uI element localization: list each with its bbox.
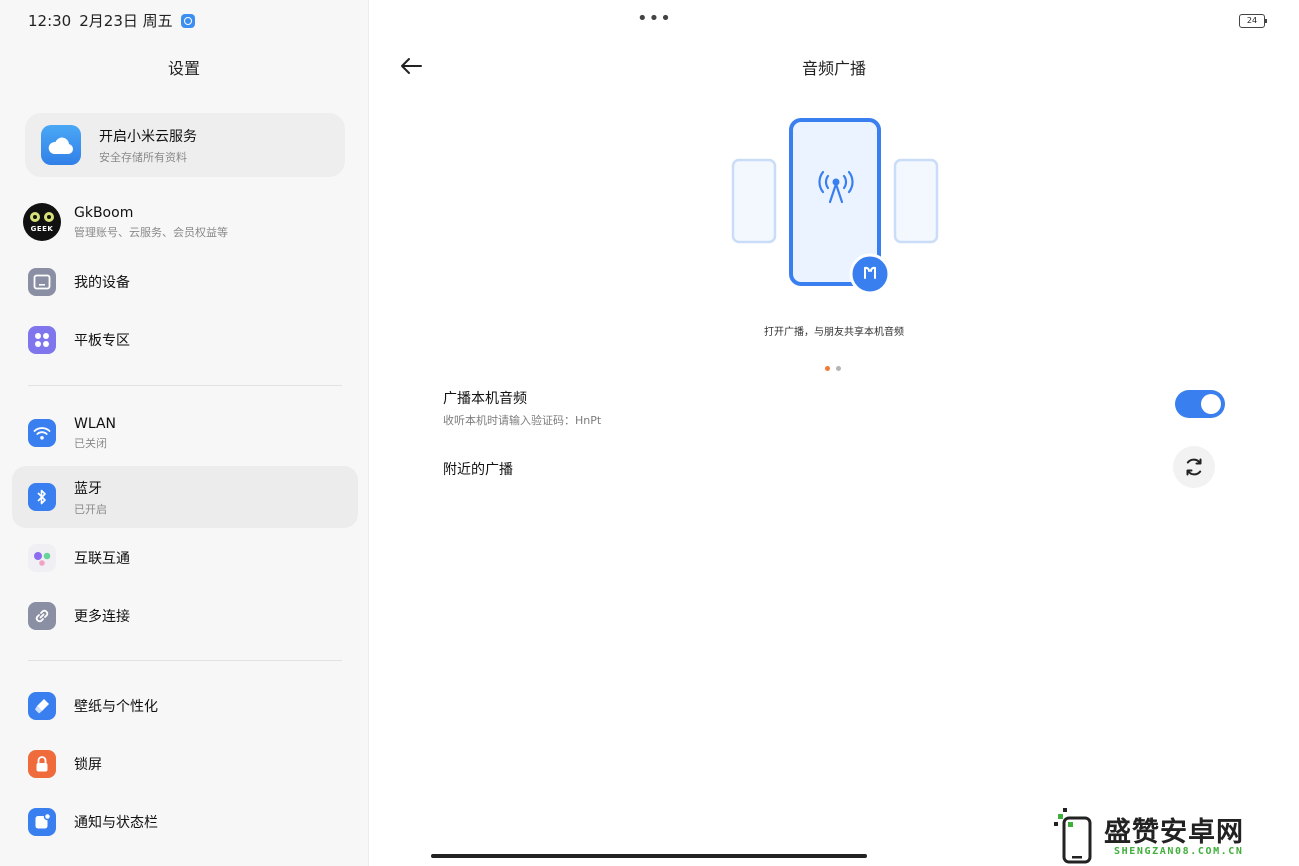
sidebar-item-label: WLAN: [74, 415, 117, 432]
sidebar-item-lockscreen[interactable]: 锁屏: [12, 733, 358, 795]
settings-sidebar: 12:30 2月23日 周五 设置 开启小米云服务 安全存储所有资料 GEEK …: [0, 0, 369, 866]
watermark-cn: 盛赞安卓网: [1104, 817, 1244, 848]
bluetooth-icon: [28, 483, 56, 511]
sidebar-item-label: 锁屏: [74, 757, 102, 773]
avatar-text: GEEK: [30, 225, 54, 233]
wifi-icon: [28, 419, 56, 447]
cloud-card-subtitle: 安全存储所有资料: [99, 150, 187, 164]
watermark-logo-icon: [1054, 808, 1092, 864]
sidebar-item-notification[interactable]: 通知与状态栏: [12, 791, 358, 853]
interconnect-icon: [28, 544, 56, 572]
sidebar-title: 设置: [167, 59, 200, 78]
nearby-title: 附近的广播: [443, 462, 513, 478]
page-title: 音频广播: [801, 59, 866, 78]
battery-indicator: 24: [1239, 14, 1267, 28]
status-notification-icon: [180, 13, 195, 28]
notification-icon: [28, 808, 56, 836]
sidebar-item-account[interactable]: GEEK GkBoom 管理账号、云服务、会员权益等: [12, 191, 358, 253]
status-bar-left: 12:30 2月23日 周五: [28, 10, 195, 31]
pager-dot[interactable]: [836, 366, 841, 371]
sidebar-item-status: 已关闭: [74, 436, 107, 450]
broadcast-row[interactable]: 广播本机音频 收听本机时请输入验证码：HnPt: [443, 388, 601, 428]
account-subtitle: 管理账号、云服务、会员权益等: [74, 225, 228, 239]
status-time: 12:30: [28, 11, 72, 30]
broadcast-toggle[interactable]: [1175, 390, 1225, 418]
sidebar-item-label: 通知与状态栏: [74, 815, 158, 831]
sidebar-item-label: 壁纸与个性化: [74, 699, 158, 715]
sidebar-item-label: 蓝牙: [74, 480, 102, 497]
more-dots-icon[interactable]: •••: [637, 8, 672, 29]
brush-icon: [28, 692, 56, 720]
sidebar-item-more-connect[interactable]: 更多连接: [12, 585, 358, 647]
watermark-en: SHENGZAN08.COM.CN: [1114, 846, 1244, 857]
mi-cloud-card[interactable]: 开启小米云服务 安全存储所有资料: [25, 113, 345, 177]
sidebar-item-label: 更多连接: [74, 609, 130, 625]
sidebar-item-label: 平板专区: [74, 333, 130, 349]
grid-icon: [28, 326, 56, 354]
refresh-button[interactable]: [1173, 446, 1215, 488]
sidebar-item-bluetooth[interactable]: 蓝牙 已开启: [12, 466, 358, 528]
sidebar-item-label: 我的设备: [74, 275, 130, 291]
broadcast-subtitle: 收听本机时请输入验证码：HnPt: [443, 414, 602, 427]
sidebar-divider: [28, 385, 342, 386]
broadcast-title: 广播本机音频: [443, 391, 527, 407]
sidebar-item-wlan[interactable]: WLAN 已关闭: [12, 402, 358, 464]
sidebar-item-my-device[interactable]: 我的设备: [12, 251, 358, 313]
watermark: 盛赞安卓网 SHENGZAN08.COM.CN: [1052, 804, 1296, 864]
refresh-icon: [1186, 458, 1202, 476]
status-date: 2月23日 周五: [79, 12, 173, 30]
avatar: GEEK: [23, 203, 61, 241]
sidebar-item-label: 互联互通: [74, 551, 130, 567]
account-name: GkBoom: [74, 204, 134, 221]
illustration-pager[interactable]: [825, 366, 841, 371]
audio-broadcast-page: ••• 24 音频广播 打开广播，与朋友共享本机音频 广播本机音频 收听本机时请…: [369, 0, 1299, 866]
cloud-icon: [41, 125, 81, 165]
tablet-icon: [28, 268, 56, 296]
toggle-knob: [1201, 394, 1221, 414]
illustration-caption: 打开广播，与朋友共享本机音频: [764, 327, 904, 338]
sidebar-item-tablet-zone[interactable]: 平板专区: [12, 309, 358, 371]
link-icon: [28, 602, 56, 630]
home-indicator[interactable]: [431, 854, 867, 858]
pager-dot-active[interactable]: [825, 366, 830, 371]
sidebar-divider: [28, 660, 342, 661]
sidebar-item-status: 已开启: [74, 502, 107, 516]
sidebar-item-wallpaper[interactable]: 壁纸与个性化: [12, 675, 358, 737]
nearby-broadcast-row[interactable]: 附近的广播: [443, 459, 513, 479]
cloud-card-title: 开启小米云服务: [99, 128, 197, 145]
sidebar-item-interconnect[interactable]: 互联互通: [12, 527, 358, 589]
broadcast-illustration: [731, 118, 939, 295]
lock-icon: [28, 750, 56, 778]
